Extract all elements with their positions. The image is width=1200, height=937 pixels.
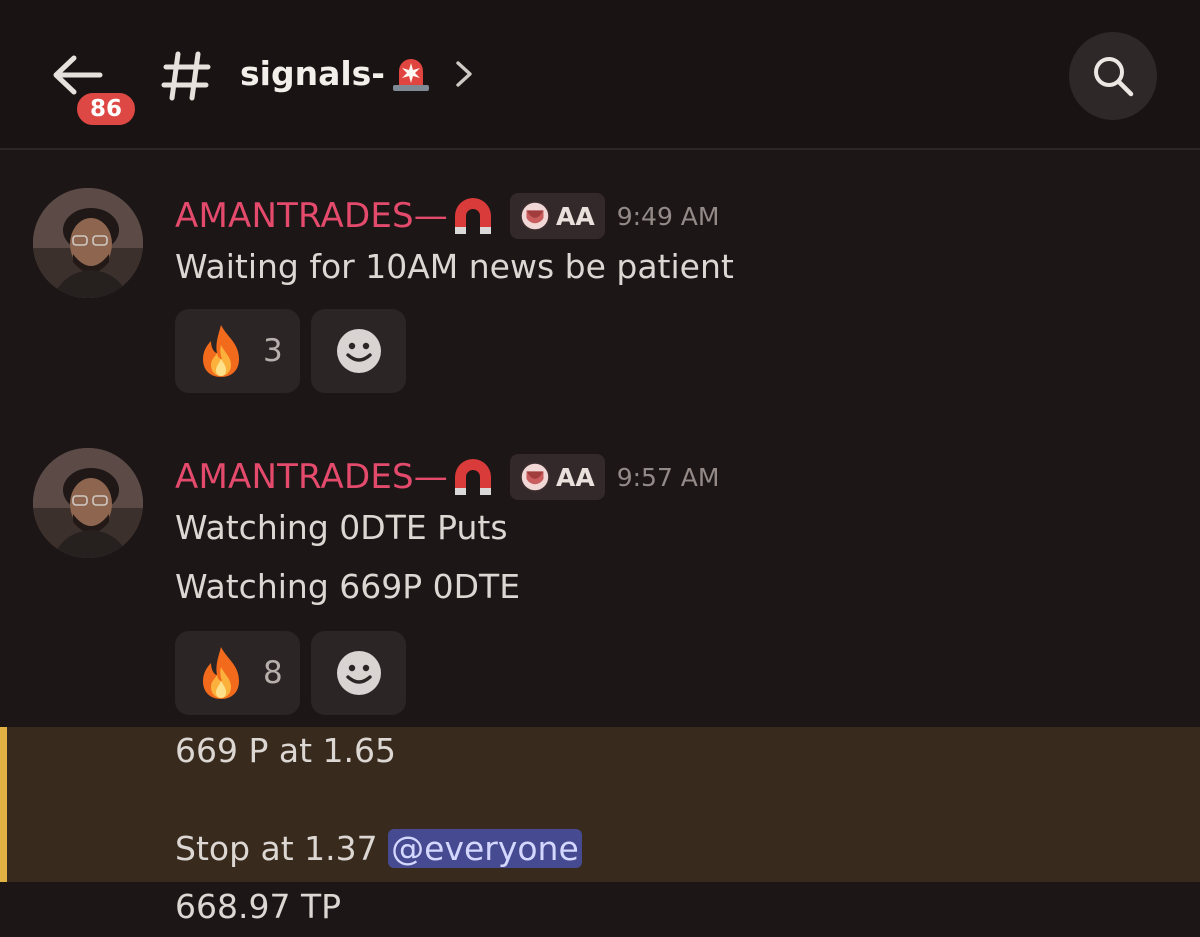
smile-icon [335, 649, 383, 697]
message-text: Watching 669P 0DTE [175, 567, 521, 606]
avatar[interactable] [33, 188, 143, 298]
channel-name-text: signals- [240, 53, 385, 93]
username[interactable]: AMANTRADES— [175, 196, 448, 236]
chevron-right-icon[interactable] [452, 57, 476, 91]
message-header: AMANTRADES— AA 9:57 AM [175, 451, 719, 503]
role-icon [518, 199, 552, 233]
fire-icon [197, 323, 245, 379]
smile-icon [335, 327, 383, 375]
hash-icon [158, 48, 214, 104]
role-icon [518, 460, 552, 494]
followup-message: 669 P at 1.65 [175, 731, 396, 770]
magnet-icon [450, 455, 496, 499]
everyone-mention[interactable]: @everyone [388, 829, 582, 868]
rotating-light-icon [393, 59, 429, 91]
message-header: AMANTRADES— AA 9:49 AM [175, 190, 719, 242]
fire-icon [197, 645, 245, 701]
reaction-fire[interactable]: 3 [175, 309, 300, 393]
timestamp: 9:49 AM [616, 201, 720, 231]
timestamp: 9:57 AM [616, 462, 720, 492]
message-text: Watching 0DTE Puts [175, 508, 508, 547]
add-reaction-button[interactable] [311, 309, 406, 393]
username[interactable]: AMANTRADES— [175, 457, 448, 497]
followup-message: 668.97 TP [175, 887, 342, 926]
role-tag[interactable]: AA [510, 193, 605, 239]
role-tag-label: AA [556, 201, 595, 231]
followup-message: Stop at 1.37 @everyone [175, 829, 582, 868]
channel-header: 86 signals- [0, 0, 1200, 150]
add-reaction-button[interactable] [311, 631, 406, 715]
unread-badge: 86 [74, 90, 138, 128]
magnet-icon [450, 194, 496, 238]
role-tag-label: AA [556, 462, 595, 492]
followup-text: Stop at 1.37 [175, 829, 389, 868]
reaction-count: 8 [263, 655, 283, 691]
search-icon [1094, 57, 1134, 97]
avatar[interactable] [33, 448, 143, 558]
reaction-count: 3 [263, 333, 283, 369]
reaction-fire[interactable]: 8 [175, 631, 300, 715]
message-text: Waiting for 10AM news be patient [175, 247, 734, 286]
search-button[interactable] [1069, 32, 1157, 120]
channel-title[interactable]: signals- [240, 50, 431, 96]
role-tag[interactable]: AA [510, 454, 605, 500]
